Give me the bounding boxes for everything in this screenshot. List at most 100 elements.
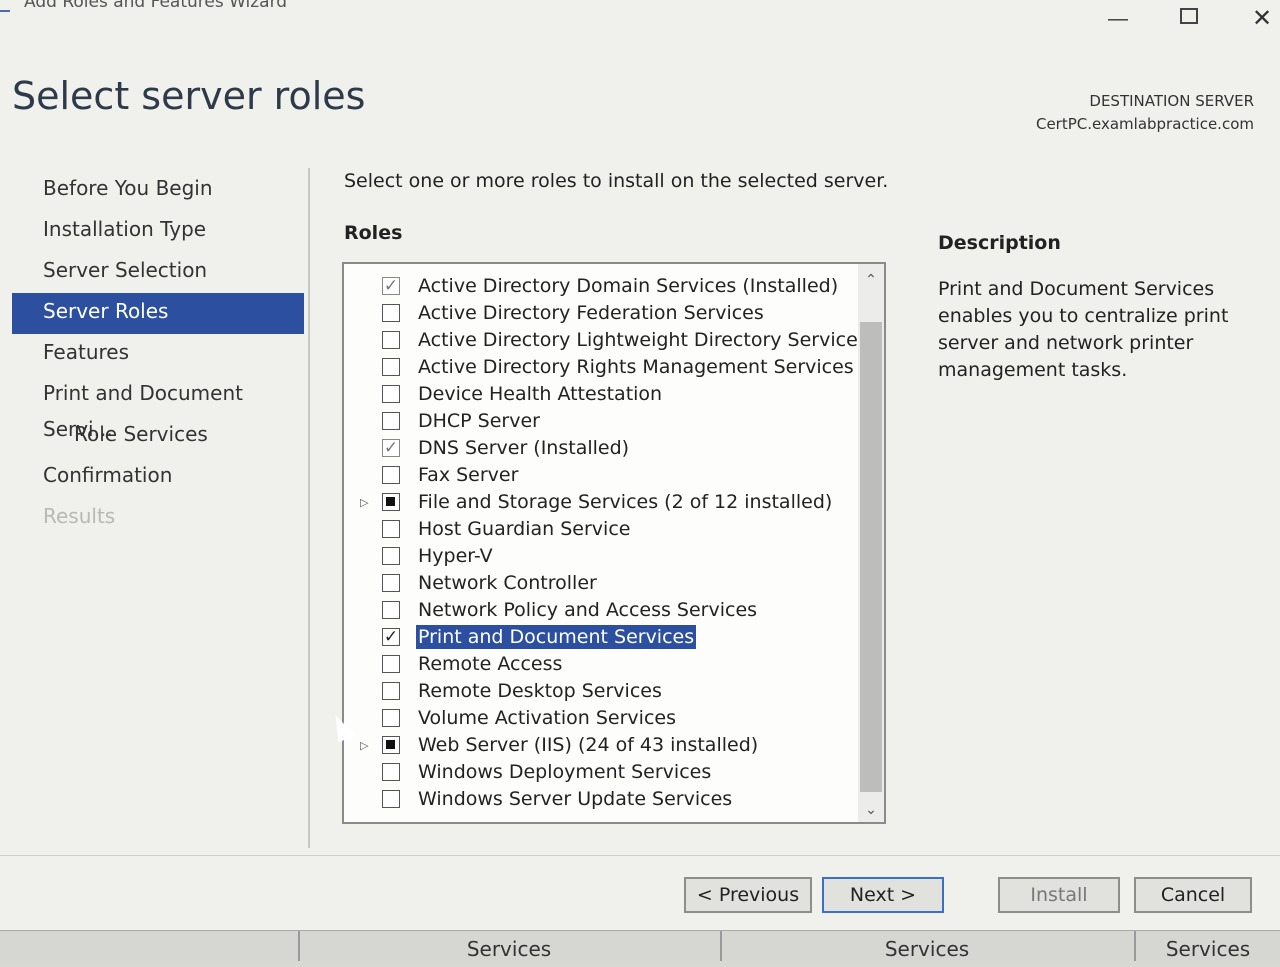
role-row[interactable]: DHCP Server: [344, 409, 860, 436]
role-checkbox[interactable]: [382, 331, 400, 349]
nav-item-print-and-document-servi[interactable]: Print and Document Servi...: [12, 375, 304, 441]
role-row[interactable]: Windows Server Update Services: [344, 787, 860, 814]
role-label[interactable]: File and Storage Services (2 of 12 insta…: [416, 490, 834, 514]
role-label[interactable]: Remote Desktop Services: [416, 679, 664, 703]
role-row[interactable]: Active Directory Lightweight Directory S…: [344, 328, 868, 355]
role-label[interactable]: Web Server (IIS) (24 of 43 installed): [416, 733, 760, 757]
nav-item-results: Results: [43, 504, 116, 528]
role-row[interactable]: Network Controller: [344, 571, 860, 598]
role-row[interactable]: Remote Access: [344, 652, 860, 679]
roles-listbox[interactable]: ✓ Active Directory Domain Services (Insta…: [342, 262, 886, 824]
role-checkbox[interactable]: [382, 655, 400, 673]
role-checkbox[interactable]: [382, 763, 400, 781]
roles-heading: Roles: [344, 222, 403, 244]
role-row[interactable]: Fax Server: [344, 463, 860, 490]
previous-button[interactable]: < Previous: [684, 877, 812, 913]
role-checkbox[interactable]: [382, 412, 400, 430]
nav-item-features[interactable]: Features: [12, 334, 304, 375]
role-row[interactable]: ▷ File and Storage Services (2 of 12 inst…: [344, 490, 860, 517]
role-row[interactable]: Host Guardian Service: [344, 517, 860, 544]
wizard-nav: Before You Begin Installation Type Server …: [12, 170, 304, 539]
role-label[interactable]: DNS Server (Installed): [416, 436, 631, 460]
role-label[interactable]: Active Directory Rights Management Servi…: [416, 355, 856, 379]
role-label[interactable]: Hyper-V: [416, 544, 495, 568]
nav-item-server-selection[interactable]: Server Selection: [12, 252, 304, 293]
instruction-text: Select one or more roles to install on t…: [344, 170, 889, 192]
scroll-down-icon[interactable]: ⌄: [858, 798, 884, 822]
footer-divider: [0, 855, 1280, 856]
role-label[interactable]: Fax Server: [416, 463, 520, 487]
role-label[interactable]: Volume Activation Services: [416, 706, 678, 730]
roles-list: ✓ Active Directory Domain Services (Insta…: [344, 274, 868, 814]
role-row[interactable]: Active Directory Federation Services: [344, 301, 860, 328]
destination-server-label: DESTINATION SERVER: [1089, 92, 1254, 110]
cancel-button[interactable]: Cancel: [1134, 877, 1252, 913]
role-row[interactable]: Hyper-V: [344, 544, 860, 571]
destination-server-name: CertPC.examlabpractice.com: [1035, 115, 1254, 133]
role-label[interactable]: Active Directory Domain Services (Instal…: [416, 274, 840, 298]
role-checkbox[interactable]: ✓: [382, 439, 400, 457]
role-label[interactable]: Active Directory Federation Services: [416, 301, 766, 325]
role-row[interactable]: Volume Activation Services: [344, 706, 860, 733]
scroll-thumb[interactable]: [860, 322, 882, 792]
role-label[interactable]: Host Guardian Service: [416, 517, 632, 541]
role-row[interactable]: Active Directory Rights Management Servi…: [344, 355, 860, 382]
roles-scrollbar[interactable]: ⌃ ⌄: [858, 264, 884, 822]
role-label[interactable]: Device Health Attestation: [416, 382, 664, 406]
role-row[interactable]: ✓ Print and Document Services: [344, 624, 860, 652]
nav-divider: [308, 168, 310, 848]
taskbar-tab-services[interactable]: Services: [298, 931, 718, 961]
wizard-app-icon: [0, 0, 10, 12]
role-checkbox[interactable]: [382, 574, 400, 592]
role-checkbox[interactable]: [382, 709, 400, 727]
role-row[interactable]: Windows Deployment Services: [344, 760, 860, 787]
taskbar: Services Services Services: [0, 930, 1280, 961]
expand-arrow-icon[interactable]: ▷: [360, 739, 368, 752]
role-label[interactable]: Network Policy and Access Services: [416, 598, 759, 622]
role-label[interactable]: Active Directory Lightweight Directory S…: [416, 328, 870, 352]
role-checkbox[interactable]: [382, 547, 400, 565]
page-title: Select server roles: [12, 74, 366, 118]
role-checkbox[interactable]: [382, 601, 400, 619]
role-checkbox[interactable]: [382, 736, 400, 754]
role-checkbox[interactable]: [382, 682, 400, 700]
role-checkbox[interactable]: ✓: [382, 628, 400, 646]
role-label[interactable]: Remote Access: [416, 652, 564, 676]
wizard-window: Add Roles and Features Wizard — ✕ Select…: [0, 0, 1280, 930]
role-checkbox[interactable]: [382, 790, 400, 808]
close-icon[interactable]: ✕: [1252, 4, 1272, 33]
role-label[interactable]: DHCP Server: [416, 409, 542, 433]
description-heading: Description: [938, 232, 1061, 254]
role-row[interactable]: Remote Desktop Services: [344, 679, 860, 706]
title-bar: Add Roles and Features Wizard — ✕: [0, 0, 1280, 32]
next-button[interactable]: Next >: [822, 877, 944, 913]
taskbar-tab-services[interactable]: Services: [1134, 931, 1280, 961]
maximize-icon[interactable]: [1180, 8, 1198, 24]
role-checkbox[interactable]: [382, 493, 400, 511]
role-checkbox[interactable]: [382, 385, 400, 403]
role-row[interactable]: ✓ DNS Server (Installed): [344, 436, 860, 463]
role-checkbox[interactable]: ✓: [382, 277, 400, 295]
window-title: Add Roles and Features Wizard: [24, 0, 288, 12]
nav-item-confirmation[interactable]: Confirmation: [12, 457, 304, 498]
role-row[interactable]: Network Policy and Access Services: [344, 598, 860, 625]
expand-arrow-icon[interactable]: ▷: [360, 496, 368, 509]
taskbar-tab-services[interactable]: Services: [720, 931, 1132, 961]
role-checkbox[interactable]: [382, 520, 400, 538]
role-row[interactable]: ▷ Web Server (IIS) (24 of 43 installed): [344, 733, 860, 760]
minimize-icon[interactable]: —: [1106, 8, 1130, 31]
role-label[interactable]: Windows Server Update Services: [416, 787, 734, 811]
scroll-up-icon[interactable]: ⌃: [858, 268, 884, 292]
role-label[interactable]: Network Controller: [416, 571, 599, 595]
nav-item-installation-type[interactable]: Installation Type: [12, 211, 304, 252]
role-checkbox[interactable]: [382, 304, 400, 322]
role-label[interactable]: Windows Deployment Services: [416, 760, 713, 784]
role-row[interactable]: ✓ Active Directory Domain Services (Insta…: [344, 274, 860, 301]
role-label[interactable]: Print and Document Services: [414, 624, 698, 650]
role-checkbox[interactable]: [382, 466, 400, 484]
nav-item-server-roles[interactable]: Server Roles: [12, 293, 304, 334]
install-button[interactable]: Install: [998, 877, 1120, 913]
nav-item-before-you-begin[interactable]: Before You Begin: [12, 170, 304, 211]
role-row[interactable]: Device Health Attestation: [344, 382, 860, 409]
role-checkbox[interactable]: [382, 358, 400, 376]
